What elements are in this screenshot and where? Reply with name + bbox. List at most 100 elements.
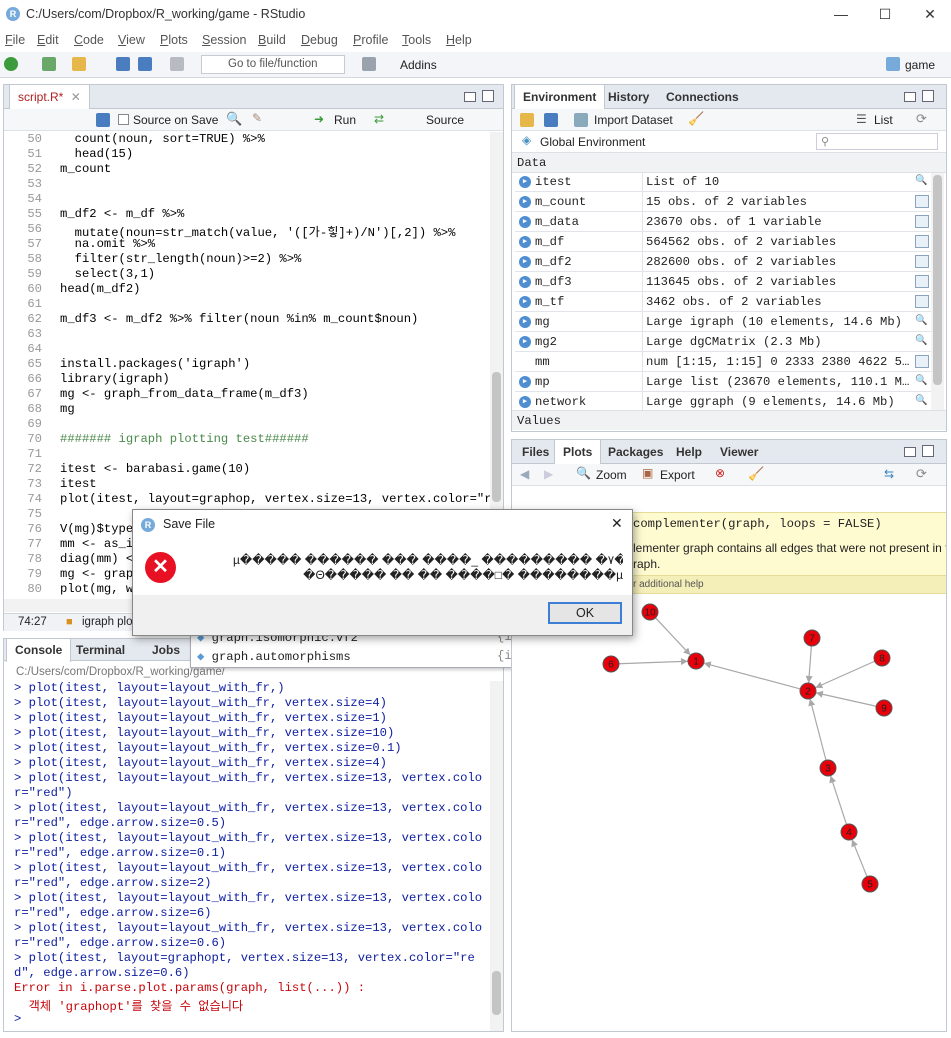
view-mode-dropdown[interactable]: List: [874, 113, 893, 127]
console-scrollbar-thumb[interactable]: [492, 971, 501, 1015]
code-line[interactable]: 70 ####### igraph plotting test######: [4, 432, 490, 447]
menu-code[interactable]: Code: [74, 33, 104, 47]
source-button[interactable]: Source: [426, 113, 464, 127]
save-icon[interactable]: [116, 57, 130, 71]
code-line[interactable]: 62 m_df3 <- m_df2 %>% filter(noun %in% m_…: [4, 312, 490, 327]
environment-scope-dropdown[interactable]: Global Environment: [540, 135, 645, 149]
editor-scrollbar-thumb[interactable]: [492, 372, 501, 502]
expand-icon[interactable]: ▶: [519, 196, 531, 208]
maximize-pane-icon[interactable]: [482, 90, 494, 102]
menu-file[interactable]: File: [5, 33, 25, 47]
tab-jobs[interactable]: Jobs: [144, 639, 188, 663]
view-table-icon[interactable]: [915, 355, 929, 368]
environment-row[interactable]: ▶ m_df3 113645 obs. of 2 variables: [515, 272, 932, 292]
environment-row[interactable]: ▶ itest List of 10 🔍: [515, 173, 932, 192]
code-line[interactable]: 65 install.packages('igraph'): [4, 357, 490, 372]
environment-row[interactable]: ▶ mp Large list (23670 elements, 110.1 M… 🔍: [515, 372, 932, 392]
expand-icon[interactable]: ▶: [519, 316, 531, 328]
code-line[interactable]: 72 itest <- barabasi.game(10): [4, 462, 490, 477]
code-line[interactable]: 50 count(noun, sort=TRUE) %>%: [4, 132, 490, 147]
close-window-button[interactable]: ✕: [915, 4, 945, 24]
environment-search-input[interactable]: ⚲: [816, 133, 938, 150]
code-line[interactable]: 67 mg <- graph_from_data_frame(m_df3): [4, 387, 490, 402]
menu-edit[interactable]: Edit: [37, 33, 59, 47]
refresh-icon[interactable]: ⟳: [916, 466, 927, 482]
code-line[interactable]: 66 library(igraph): [4, 372, 490, 387]
previous-plot-icon[interactable]: ◀: [520, 467, 529, 481]
console-scrollbar[interactable]: [490, 681, 503, 1031]
code-line[interactable]: 61: [4, 297, 490, 312]
tab-terminal[interactable]: Terminal: [68, 639, 133, 663]
menu-build[interactable]: Build: [258, 33, 286, 47]
code-line[interactable]: 51 head(15): [4, 147, 490, 162]
expand-icon[interactable]: ▶: [519, 396, 531, 408]
environment-row[interactable]: ▶ m_count 15 obs. of 2 variables: [515, 192, 932, 212]
print-icon[interactable]: [170, 57, 184, 71]
grid-layout-icon[interactable]: [362, 57, 376, 71]
expand-icon[interactable]: ▶: [519, 336, 531, 348]
rerun-icon[interactable]: ⇄: [374, 112, 384, 126]
inspect-icon[interactable]: 🔍: [915, 315, 929, 328]
tab-script-r[interactable]: script.R* ✕: [9, 85, 90, 110]
refresh-icon[interactable]: ⟳: [916, 111, 927, 127]
maximize-pane-icon[interactable]: [922, 90, 934, 102]
environment-row[interactable]: ▶ m_tf 3462 obs. of 2 variables: [515, 292, 932, 312]
dialog-close-button[interactable]: ✕: [611, 515, 623, 532]
inspect-icon[interactable]: 🔍: [915, 335, 929, 348]
expand-icon[interactable]: ▶: [519, 296, 531, 308]
environment-row[interactable]: ▶ m_df2 282600 obs. of 2 variables: [515, 252, 932, 272]
code-line[interactable]: 58 filter(str_length(noun)>=2) %>%: [4, 252, 490, 267]
tab-viewer[interactable]: Viewer: [712, 440, 766, 464]
view-table-icon[interactable]: [915, 275, 929, 288]
view-table-icon[interactable]: [915, 215, 929, 228]
help-more-link[interactable]: r additional help: [633, 579, 704, 590]
menu-view[interactable]: View: [118, 33, 145, 47]
expand-icon[interactable]: ▶: [519, 276, 531, 288]
tab-packages[interactable]: Packages: [600, 440, 671, 464]
tab-environment[interactable]: Environment: [514, 85, 606, 110]
expand-icon[interactable]: ▶: [519, 236, 531, 248]
code-line[interactable]: 56 mutate(noun=str_match(value, '([가-힣]+…: [4, 222, 490, 240]
console-output[interactable]: > plot(itest, layout=layout_with_fr,) > p…: [4, 681, 490, 1031]
autocomplete-item[interactable]: ◆ graph.automorphisms {igraph}: [197, 649, 557, 666]
code-line[interactable]: 63: [4, 327, 490, 342]
minimize-pane-icon[interactable]: [464, 92, 476, 102]
clear-plots-icon[interactable]: 🧹: [748, 466, 764, 482]
expand-icon[interactable]: ▶: [519, 176, 531, 188]
expand-icon[interactable]: ▶: [519, 216, 531, 228]
code-line[interactable]: 53: [4, 177, 490, 192]
maximize-pane-icon[interactable]: [922, 445, 934, 457]
view-table-icon[interactable]: [915, 195, 929, 208]
code-line[interactable]: 64: [4, 342, 490, 357]
expand-icon[interactable]: ▶: [519, 256, 531, 268]
code-line[interactable]: 60 head(m_df2): [4, 282, 490, 297]
menu-session[interactable]: Session: [202, 33, 246, 47]
view-table-icon[interactable]: [915, 295, 929, 308]
new-project-icon[interactable]: [42, 57, 56, 71]
close-tab-icon[interactable]: ✕: [71, 90, 81, 104]
source-on-save-checkbox[interactable]: [118, 114, 129, 125]
zoom-button[interactable]: Zoom: [596, 468, 627, 482]
menu-profile[interactable]: Profile: [353, 33, 388, 47]
menu-plots[interactable]: Plots: [160, 33, 188, 47]
open-file-icon[interactable]: [72, 57, 86, 71]
project-menu[interactable]: game: [905, 58, 935, 72]
code-line[interactable]: 73 itest: [4, 477, 490, 492]
function-context[interactable]: igraph plo: [82, 616, 133, 628]
view-table-icon[interactable]: [915, 235, 929, 248]
code-line[interactable]: 59 select(3,1): [4, 267, 490, 282]
code-line[interactable]: 71: [4, 447, 490, 462]
tab-files[interactable]: Files: [514, 440, 557, 464]
code-line[interactable]: 52 m_count: [4, 162, 490, 177]
remove-plot-icon[interactable]: ⊗: [715, 466, 725, 480]
clear-workspace-icon[interactable]: 🧹: [688, 111, 704, 127]
menu-help[interactable]: Help: [446, 33, 472, 47]
environment-row[interactable]: ▶ mg2 Large dgCMatrix (2.3 Mb) 🔍: [515, 332, 932, 352]
expand-icon[interactable]: ▶: [519, 376, 531, 388]
new-file-icon[interactable]: [4, 57, 18, 71]
import-dataset-button[interactable]: Import Dataset: [594, 113, 673, 127]
code-line[interactable]: 69: [4, 417, 490, 432]
ok-button[interactable]: OK: [548, 602, 622, 624]
run-button[interactable]: Run: [334, 113, 356, 127]
code-line[interactable]: 68 mg: [4, 402, 490, 417]
